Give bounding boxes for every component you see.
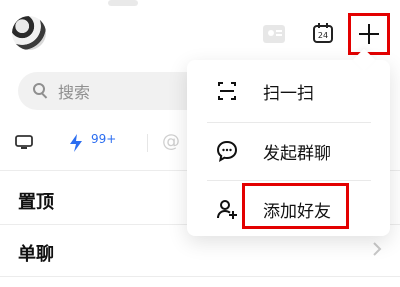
search-placeholder: 搜索: [58, 83, 91, 102]
divider: [0, 276, 400, 277]
add-button[interactable]: [348, 13, 390, 55]
screen: 24 搜索 99+ @ 置顶 单聊 扫一扫 发起群聊 添加好友: [0, 0, 400, 287]
calendar-icon[interactable]: 24: [312, 22, 334, 44]
contacts-icon[interactable]: [260, 20, 288, 48]
mention-icon[interactable]: @: [162, 131, 180, 152]
scan-icon: [218, 82, 236, 100]
section-pinned[interactable]: 置顶: [18, 188, 54, 214]
chat-bubble-icon: [216, 140, 238, 162]
menu-item-label: 扫一扫: [263, 84, 314, 104]
unread-badge: 99+: [91, 132, 117, 146]
menu-item-group-chat[interactable]: 发起群聊: [187, 122, 390, 180]
add-user-icon: [217, 200, 237, 219]
highlight-add-friend: [242, 183, 349, 229]
svg-text:24: 24: [318, 31, 328, 40]
search-icon: [33, 83, 48, 99]
menu-item-label: 发起群聊: [263, 144, 331, 164]
lightning-icon[interactable]: [67, 133, 85, 153]
top-blur: [108, 0, 138, 6]
avatar[interactable]: [12, 16, 46, 50]
chevron-right-icon: [373, 242, 382, 256]
section-direct-chat[interactable]: 单聊: [18, 240, 54, 266]
filter-separator: [147, 134, 148, 152]
monitor-icon[interactable]: [15, 135, 33, 151]
menu-item-scan[interactable]: 扫一扫: [187, 62, 390, 120]
plus-icon: [359, 24, 379, 44]
